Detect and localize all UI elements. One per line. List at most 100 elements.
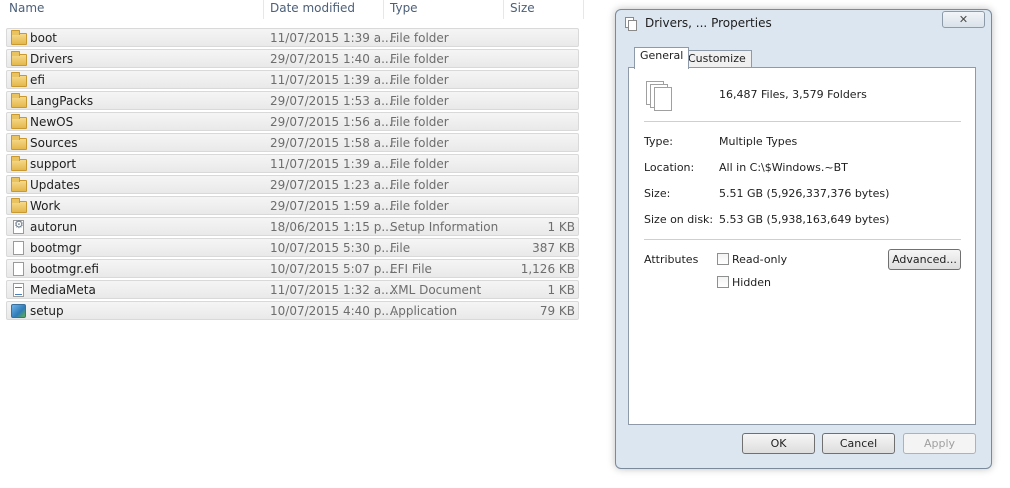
multiple-files-icon (646, 81, 674, 113)
close-button[interactable]: ✕ (942, 11, 985, 28)
file-name: bootmgr (30, 241, 82, 255)
file-date-modified: 10/07/2015 4:40 p.... (270, 304, 397, 318)
file-name: boot (30, 31, 58, 45)
file-type: Application (390, 304, 458, 318)
file-type: File folder (390, 136, 449, 150)
file-date-modified: 29/07/2015 1:59 a.... (270, 199, 397, 213)
table-row[interactable]: MediaMeta 11/07/2015 1:32 a.... XML Docume… (6, 280, 579, 299)
table-row[interactable]: setup 10/07/2015 4:40 p.... Application 79 … (6, 301, 579, 320)
file-type: File folder (390, 157, 449, 171)
ok-button[interactable]: OK (742, 433, 815, 454)
column-divider[interactable] (503, 0, 504, 19)
table-row[interactable]: boot 11/07/2015 1:39 a.... File folder (6, 28, 579, 47)
file-date-modified: 18/06/2015 1:15 p.... (270, 220, 397, 234)
general-tab-panel: 16,487 Files, 3,579 Folders Type: Multip… (628, 67, 976, 425)
column-divider[interactable] (583, 0, 584, 19)
file-date-modified: 11/07/2015 1:32 a.... (270, 283, 397, 297)
advanced-button[interactable]: Advanced... (888, 249, 961, 270)
file-type: File folder (390, 31, 449, 45)
table-row[interactable]: NewOS 29/07/2015 1:56 a.... File folder (6, 112, 579, 131)
apply-button: Apply (903, 433, 976, 454)
location-value: All in C:\$Windows.~BT (719, 161, 848, 174)
column-divider[interactable] (383, 0, 384, 19)
properties-window-icon (625, 17, 637, 31)
file-name: support (30, 157, 77, 171)
folder-icon (11, 114, 27, 129)
file-size: 1,126 KB (520, 262, 575, 276)
file-date-modified: 11/07/2015 1:39 a.... (270, 31, 397, 45)
dialog-title: Drivers, ... Properties (645, 16, 772, 30)
application-icon (11, 304, 27, 318)
size-on-disk-value: 5.53 GB (5,938,163,649 bytes) (719, 213, 890, 226)
file-name: Sources (30, 136, 78, 150)
folder-icon (11, 156, 27, 171)
file-size: 387 KB (532, 241, 575, 255)
folder-icon (11, 198, 27, 213)
table-row[interactable]: support 11/07/2015 1:39 a.... File folder (6, 154, 579, 173)
file-type: File folder (390, 115, 449, 129)
size-value: 5.51 GB (5,926,337,376 bytes) (719, 187, 890, 200)
tab-general[interactable]: General (634, 47, 690, 69)
file-type: Setup Information (390, 220, 499, 234)
table-row[interactable]: LangPacks 29/07/2015 1:53 a.... File folde… (6, 91, 579, 110)
column-header-date[interactable]: Date modified (270, 1, 355, 15)
file-date-modified: 29/07/2015 1:23 a.... (270, 178, 397, 192)
divider (644, 121, 961, 122)
file-list: Name Date modified Type Size boot 11/07/2… (0, 0, 600, 488)
column-header-type[interactable]: Type (390, 1, 418, 15)
cancel-button[interactable]: Cancel (822, 433, 895, 454)
column-header-name[interactable]: Name (9, 1, 44, 15)
file-icon (11, 241, 27, 255)
type-label: Type: (644, 135, 673, 148)
file-date-modified: 10/07/2015 5:30 p.... (270, 241, 397, 255)
file-type: XML Document (390, 283, 482, 297)
file-size: 79 KB (539, 304, 575, 318)
file-date-modified: 11/07/2015 1:39 a.... (270, 73, 397, 87)
folder-icon (11, 30, 27, 45)
file-date-modified: 29/07/2015 1:53 a.... (270, 94, 397, 108)
table-row[interactable]: efi 11/07/2015 1:39 a.... File folder (6, 70, 579, 89)
file-name: MediaMeta (30, 283, 96, 297)
column-header-size[interactable]: Size (510, 1, 535, 15)
readonly-label[interactable]: Read-only (732, 253, 787, 266)
file-size: 1 KB (547, 220, 575, 234)
file-date-modified: 10/07/2015 5:07 p.... (270, 262, 397, 276)
hidden-label[interactable]: Hidden (732, 276, 771, 289)
properties-dialog: Drivers, ... Properties ✕ General Custom… (615, 9, 992, 469)
column-header-bar: Name Date modified Type Size (0, 0, 600, 19)
folder-icon (11, 72, 27, 87)
size-label: Size: (644, 187, 671, 200)
file-type: File (390, 241, 411, 255)
setup-info-icon (11, 218, 27, 234)
readonly-checkbox[interactable] (717, 253, 729, 265)
file-name: autorun (30, 220, 78, 234)
hidden-checkbox[interactable] (717, 276, 729, 288)
file-name: Drivers (30, 52, 74, 66)
file-icon (11, 262, 27, 276)
file-type: File folder (390, 94, 449, 108)
file-type: File folder (390, 178, 449, 192)
file-name: setup (30, 304, 64, 318)
file-name: efi (30, 73, 45, 87)
table-row[interactable]: bootmgr.efi 10/07/2015 5:07 p.... EFI File… (6, 259, 579, 278)
table-row[interactable]: autorun 18/06/2015 1:15 p....Setup Inform… (6, 217, 579, 236)
file-date-modified: 29/07/2015 1:40 a.... (270, 52, 397, 66)
file-name: NewOS (30, 115, 74, 129)
file-type: File folder (390, 73, 449, 87)
folder-icon (11, 51, 27, 66)
file-name: Work (30, 199, 61, 213)
table-row[interactable]: bootmgr 10/07/2015 5:30 p.... File 387 KB (6, 238, 579, 257)
xml-icon (11, 283, 27, 297)
tab-customize[interactable]: Customize (682, 50, 752, 68)
divider (644, 239, 961, 240)
folder-icon (11, 93, 27, 108)
file-date-modified: 29/07/2015 1:58 a.... (270, 136, 397, 150)
table-row[interactable]: Drivers 29/07/2015 1:40 a.... File folder (6, 49, 579, 68)
file-name: Updates (30, 178, 80, 192)
table-row[interactable]: Work 29/07/2015 1:59 a.... File folder (6, 196, 579, 215)
column-divider[interactable] (263, 0, 264, 19)
file-name: LangPacks (30, 94, 94, 108)
table-row[interactable]: Updates 29/07/2015 1:23 a.... File folder (6, 175, 579, 194)
table-row[interactable]: Sources 29/07/2015 1:58 a.... File folder (6, 133, 579, 152)
file-type: File folder (390, 52, 449, 66)
